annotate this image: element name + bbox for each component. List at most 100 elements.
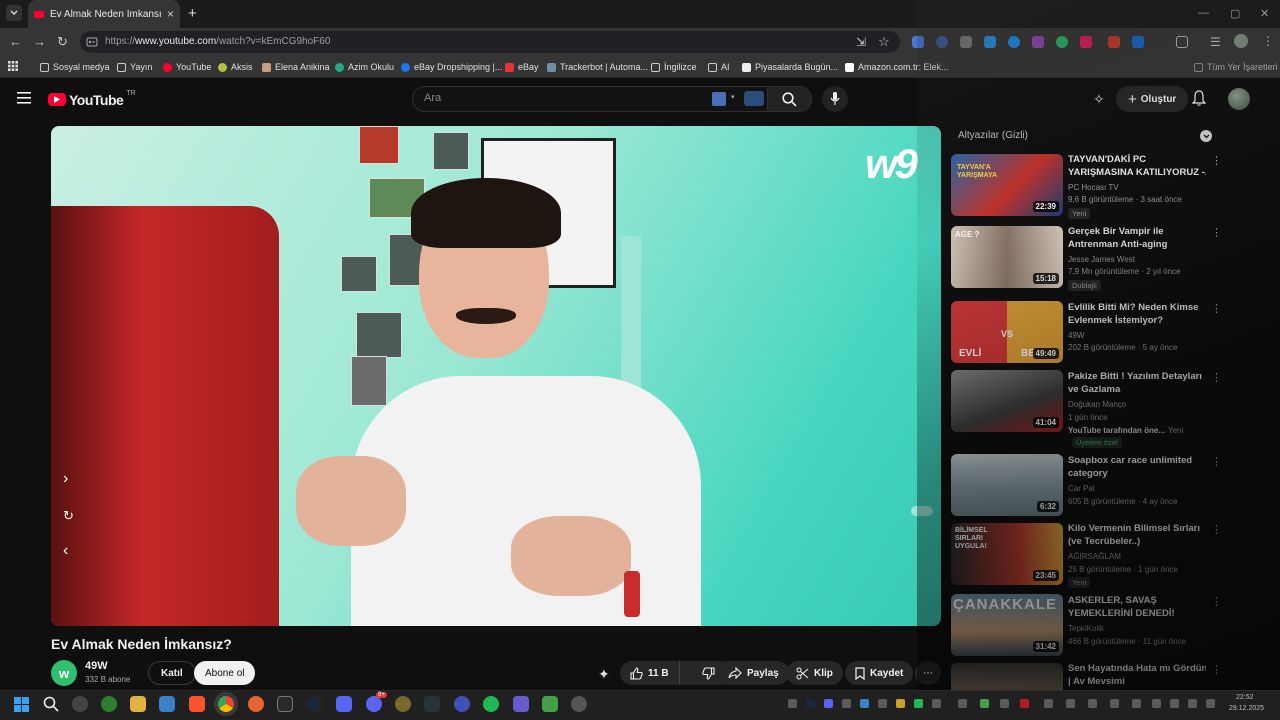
recommendation-thumbnail[interactable] (951, 663, 1063, 690)
taskbar-app-icon[interactable] (72, 696, 88, 712)
minimize-icon[interactable]: — (1198, 7, 1209, 19)
back-arrow-icon[interactable]: ← (9, 35, 22, 49)
recommendation-title[interactable]: Gerçek Bir Vampir ile Antrenman Anti-agin… (1068, 225, 1206, 251)
browser-tab[interactable]: Ev Almak Neden İmkansız? - Yo × (28, 0, 180, 28)
bookmark-trackerbot[interactable]: Trackerbot | Automa... (547, 60, 648, 74)
tab-close-button[interactable]: × (167, 7, 174, 21)
app-gray-icon[interactable] (571, 696, 587, 712)
video-player[interactable]: w9 › ↻ ‹ (51, 126, 941, 626)
prev-arrow-icon[interactable]: ‹ (63, 542, 68, 560)
microphone-tray-icon[interactable] (1170, 699, 1179, 708)
windows-start-icon[interactable] (14, 697, 29, 712)
tray-icon[interactable] (1110, 699, 1119, 708)
brave-icon[interactable] (189, 696, 205, 712)
spotify-icon[interactable] (483, 696, 499, 712)
pink-extension-icon[interactable] (1080, 36, 1092, 48)
install-app-icon[interactable]: ⇲ (856, 35, 866, 49)
tray-icon[interactable] (1020, 699, 1029, 708)
join-button[interactable]: Katıl (148, 661, 196, 685)
taskbar-search-icon[interactable] (43, 696, 59, 712)
tab-search-button[interactable] (6, 5, 22, 21)
chrome-icon[interactable] (218, 696, 234, 712)
tray-icon[interactable] (788, 699, 797, 708)
reload-icon[interactable]: ↻ (57, 35, 68, 49)
tray-icon[interactable] (1044, 699, 1053, 708)
recommendation-channel[interactable]: Doğukan Manço (1068, 400, 1126, 409)
account-avatar[interactable] (1228, 88, 1250, 110)
discord-icon[interactable] (366, 696, 382, 712)
recommendation-channel[interactable]: Jesse James West (1068, 255, 1135, 264)
recommendation-channel[interactable]: AĞIRSAĞLAM (1068, 552, 1121, 561)
recommendation-channel[interactable]: 49W (1068, 331, 1084, 340)
more-vert-icon[interactable]: ⋮ (1211, 156, 1222, 167)
more-actions-button[interactable]: ⋯ (915, 661, 941, 685)
subscribe-button[interactable]: Abone ol (194, 661, 256, 685)
network-icon[interactable] (1152, 699, 1161, 708)
recommendation-title[interactable]: ASKERLER, SAVAŞ YEMEKLERİNİ DENEDİ! (1068, 594, 1206, 620)
bookmark-yayin[interactable]: Yayın (117, 60, 152, 74)
tray-icon[interactable] (896, 699, 905, 708)
more-vert-icon[interactable]: ⋮ (1211, 228, 1222, 239)
youtube-logo[interactable]: YouTube TR (48, 90, 136, 108)
voice-search-button[interactable] (822, 86, 848, 112)
channel-avatar[interactable]: w (51, 660, 77, 686)
tray-discord-icon[interactable] (824, 699, 833, 708)
recommendation-title[interactable]: Pakize Bitti ! Yazılım Detayları ve Gazla… (1068, 370, 1206, 396)
bookmark-star-icon[interactable]: ☆ (878, 34, 890, 50)
shield-extension-icon[interactable] (1008, 36, 1020, 48)
app-blue-icon[interactable] (454, 696, 470, 712)
next-arrow-icon[interactable]: › (63, 470, 68, 488)
purple-extension-icon[interactable] (1032, 36, 1044, 48)
clip-button[interactable]: Klip (786, 661, 843, 685)
bookmark-elena-anikina[interactable]: Elena Anikina (262, 60, 330, 74)
store-icon[interactable] (159, 696, 175, 712)
bookmark-ai[interactable]: AI (708, 60, 730, 74)
recommendation-title[interactable]: Evlilik Bitti Mi? Neden Kimse Evlenmek İs… (1068, 301, 1206, 327)
tray-icon[interactable] (1132, 699, 1141, 708)
extension-puzzle-icon[interactable]: ✧ (1093, 91, 1105, 108)
terminal-icon[interactable] (424, 696, 440, 712)
recommendation-title[interactable]: Soapbox car race unlimited category (1068, 454, 1206, 480)
recommendation-title[interactable]: Sen Hayatında Hata mı Gördün? | Av Mevsim… (1068, 662, 1206, 688)
bookmark-amazon[interactable]: Amazon.com.tr: Elek... (845, 60, 949, 74)
apps-grid-icon[interactable] (8, 61, 18, 71)
epic-games-icon[interactable] (277, 696, 293, 712)
tray-icon[interactable] (1088, 699, 1097, 708)
recommendation-channel[interactable]: PC Hocası TV (1068, 183, 1119, 192)
channel-name[interactable]: 49W (85, 660, 108, 672)
bookmark-youtube[interactable]: YouTube (163, 60, 211, 74)
file-explorer-icon[interactable] (130, 696, 146, 712)
search-extension-icon[interactable] (744, 91, 764, 106)
xbox-icon[interactable] (101, 696, 117, 712)
recommendation-thumbnail[interactable]: AGE ? 15:18 (951, 226, 1063, 288)
forward-arrow-icon[interactable]: → (33, 35, 46, 49)
bookmark-sosyal-medya[interactable]: Sosyal medya (40, 60, 110, 74)
keyboard-translate-icon[interactable] (712, 92, 726, 106)
more-vert-icon[interactable]: ⋮ (1211, 665, 1222, 676)
share-button[interactable]: Paylaş (718, 661, 789, 685)
extensions-puzzle-icon[interactable] (1176, 36, 1188, 48)
all-bookmarks[interactable]: Tüm Yer İşaretleri (1194, 60, 1278, 74)
tray-icon[interactable] (878, 699, 887, 708)
recommendation-thumbnail[interactable]: BİLİMSEL SIRLARI UYGULA! 23:45 (951, 523, 1063, 585)
tool-extension-icon[interactable] (984, 36, 996, 48)
browser-menu-icon[interactable]: ⋮ (1262, 34, 1274, 48)
channel-watermark[interactable]: w9 (865, 140, 918, 188)
tray-icon[interactable] (958, 699, 967, 708)
extension-sparkle-icon[interactable]: ✦ (598, 666, 610, 683)
app-purple-icon[interactable] (336, 696, 352, 712)
clock-time[interactable]: 22:52 (1236, 694, 1254, 701)
more-vert-icon[interactable]: ⋮ (1211, 597, 1222, 608)
like-button[interactable]: 11 B (620, 661, 680, 685)
more-vert-icon[interactable]: ⋮ (1211, 373, 1222, 384)
blue-extension-icon[interactable] (1132, 36, 1144, 48)
tray-steam-icon[interactable] (806, 699, 815, 708)
tray-spotify-icon[interactable] (914, 699, 923, 708)
clock-date[interactable]: 29.12.2025 (1229, 705, 1264, 712)
red-extension-icon[interactable] (1108, 36, 1120, 48)
bookmark-ebay-dropshipping[interactable]: eBay Dropshipping |... (401, 60, 502, 74)
bookmark-aksis[interactable]: Aksis (218, 60, 253, 74)
more-vert-icon[interactable]: ⋮ (1211, 525, 1222, 536)
bookmark-piyasalarda[interactable]: Piyasalarda Bugün... (742, 60, 838, 74)
save-button[interactable]: Kaydet (845, 661, 914, 685)
